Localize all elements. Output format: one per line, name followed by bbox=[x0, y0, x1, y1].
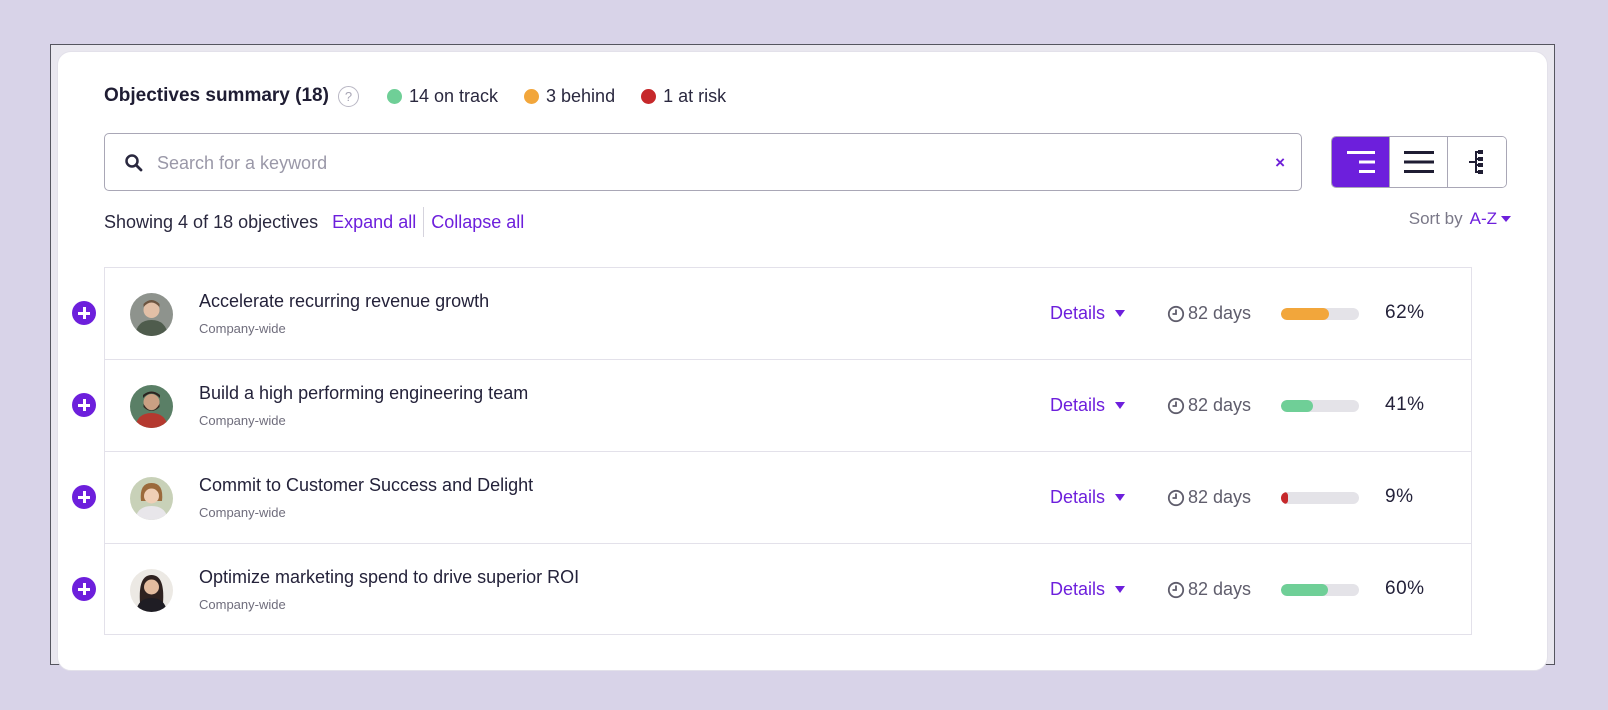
objective-title[interactable]: Build a high performing engineering team bbox=[199, 383, 528, 404]
objective-title[interactable]: Commit to Customer Success and Delight bbox=[199, 475, 533, 496]
objective-title[interactable]: Accelerate recurring revenue growth bbox=[199, 291, 489, 312]
avatar bbox=[130, 477, 173, 520]
due-in: 82 days bbox=[1167, 303, 1251, 324]
tree-view-button[interactable] bbox=[1332, 137, 1390, 187]
list-view-icon bbox=[1403, 151, 1434, 173]
objective-row: Optimize marketing spend to drive superi… bbox=[72, 544, 1471, 636]
progress-percent: 60% bbox=[1385, 578, 1425, 599]
due-in: 82 days bbox=[1167, 395, 1251, 416]
days-remaining: 82 days bbox=[1188, 579, 1252, 599]
progress-percent: 9% bbox=[1385, 486, 1414, 507]
chevron-down-icon bbox=[1115, 494, 1126, 501]
view-toggle bbox=[1331, 136, 1507, 188]
objective-scope: Company-wide bbox=[199, 413, 286, 428]
expand-all-link[interactable]: Expand all bbox=[332, 207, 425, 237]
details-dropdown[interactable]: Details bbox=[1050, 395, 1126, 416]
due-in: 82 days bbox=[1167, 579, 1251, 600]
details-label: Details bbox=[1050, 579, 1106, 599]
hierarchy-view-icon bbox=[1469, 150, 1483, 174]
summary-title: Objectives summary (18) bbox=[104, 85, 329, 106]
details-label: Details bbox=[1050, 395, 1106, 415]
progress-bar bbox=[1281, 492, 1359, 504]
results-summary: Showing 4 of 18 objectives Expand all Co… bbox=[104, 207, 524, 237]
progress-bar bbox=[1281, 400, 1359, 412]
clear-search-icon[interactable]: × bbox=[1275, 153, 1285, 173]
progress-percent: 41% bbox=[1385, 394, 1425, 415]
clock-icon bbox=[1167, 397, 1185, 414]
due-in: 82 days bbox=[1167, 487, 1251, 508]
behind-dot-icon bbox=[524, 88, 540, 104]
chevron-down-icon bbox=[1115, 310, 1126, 317]
collapse-all-link[interactable]: Collapse all bbox=[431, 212, 524, 233]
clock-icon bbox=[1167, 305, 1185, 322]
days-remaining: 82 days bbox=[1188, 303, 1252, 323]
details-label: Details bbox=[1050, 487, 1106, 507]
objective-scope: Company-wide bbox=[199, 597, 286, 612]
objective-title[interactable]: Optimize marketing spend to drive superi… bbox=[199, 567, 579, 588]
objectives-list: Accelerate recurring revenue growth Comp… bbox=[72, 267, 1472, 636]
sort-control[interactable]: Sort by A-Z bbox=[1409, 209, 1511, 229]
chevron-down-icon bbox=[1115, 402, 1126, 409]
hierarchy-view-button[interactable] bbox=[1448, 137, 1506, 187]
clock-icon bbox=[1167, 581, 1185, 598]
details-dropdown[interactable]: Details bbox=[1050, 579, 1126, 600]
objectives-summary: Objectives summary (18) ? 14 on track 3 … bbox=[104, 83, 726, 109]
avatar bbox=[130, 293, 173, 336]
search-box: × bbox=[104, 133, 1302, 191]
status-at-risk: 1 at risk bbox=[641, 86, 726, 107]
showing-count: Showing 4 of 18 objectives bbox=[104, 211, 319, 232]
progress-bar-fill bbox=[1281, 308, 1330, 320]
status-at-risk-label: 1 at risk bbox=[663, 85, 727, 106]
search-input[interactable] bbox=[157, 148, 1237, 178]
search-icon bbox=[125, 154, 143, 172]
objective-row: Commit to Customer Success and Delight C… bbox=[72, 452, 1471, 544]
sort-value[interactable]: A-Z bbox=[1470, 209, 1497, 229]
objective-scope: Company-wide bbox=[199, 505, 286, 520]
objective-row: Build a high performing engineering team… bbox=[72, 360, 1471, 452]
avatar bbox=[130, 569, 173, 612]
list-view-button[interactable] bbox=[1390, 137, 1448, 187]
on-track-dot-icon bbox=[386, 88, 402, 104]
details-dropdown[interactable]: Details bbox=[1050, 487, 1126, 508]
expand-plus-icon[interactable] bbox=[72, 301, 96, 325]
help-icon[interactable]: ? bbox=[337, 85, 359, 107]
window-frame: Objectives summary (18) ? 14 on track 3 … bbox=[50, 44, 1555, 671]
sort-caret-icon bbox=[1501, 216, 1511, 222]
progress-bar-fill bbox=[1281, 492, 1289, 504]
progress-percent: 62% bbox=[1385, 302, 1425, 323]
status-behind-label: 3 behind bbox=[546, 85, 616, 106]
progress-bar bbox=[1281, 308, 1359, 320]
clock-icon bbox=[1167, 489, 1185, 506]
days-remaining: 82 days bbox=[1188, 395, 1252, 415]
chevron-down-icon bbox=[1115, 586, 1126, 593]
status-on-track: 14 on track bbox=[386, 85, 499, 107]
sort-label: Sort by bbox=[1408, 209, 1463, 228]
expand-plus-icon[interactable] bbox=[72, 485, 96, 509]
status-on-track-label: 14 on track bbox=[408, 85, 499, 106]
objectives-card: Objectives summary (18) ? 14 on track 3 … bbox=[57, 51, 1548, 671]
status-behind: 3 behind bbox=[524, 86, 615, 107]
details-label: Details bbox=[1050, 303, 1106, 323]
days-remaining: 82 days bbox=[1188, 487, 1252, 507]
objective-scope: Company-wide bbox=[199, 321, 286, 336]
at-risk-dot-icon bbox=[641, 88, 657, 104]
progress-bar bbox=[1281, 584, 1359, 596]
expand-plus-icon[interactable] bbox=[72, 393, 96, 417]
avatar bbox=[130, 385, 173, 428]
details-dropdown[interactable]: Details bbox=[1050, 303, 1126, 324]
expand-plus-icon[interactable] bbox=[72, 577, 96, 601]
objective-row: Accelerate recurring revenue growth Comp… bbox=[72, 268, 1471, 360]
tree-view-icon bbox=[1346, 151, 1375, 173]
progress-bar-fill bbox=[1281, 400, 1313, 412]
progress-bar-fill bbox=[1281, 584, 1328, 596]
